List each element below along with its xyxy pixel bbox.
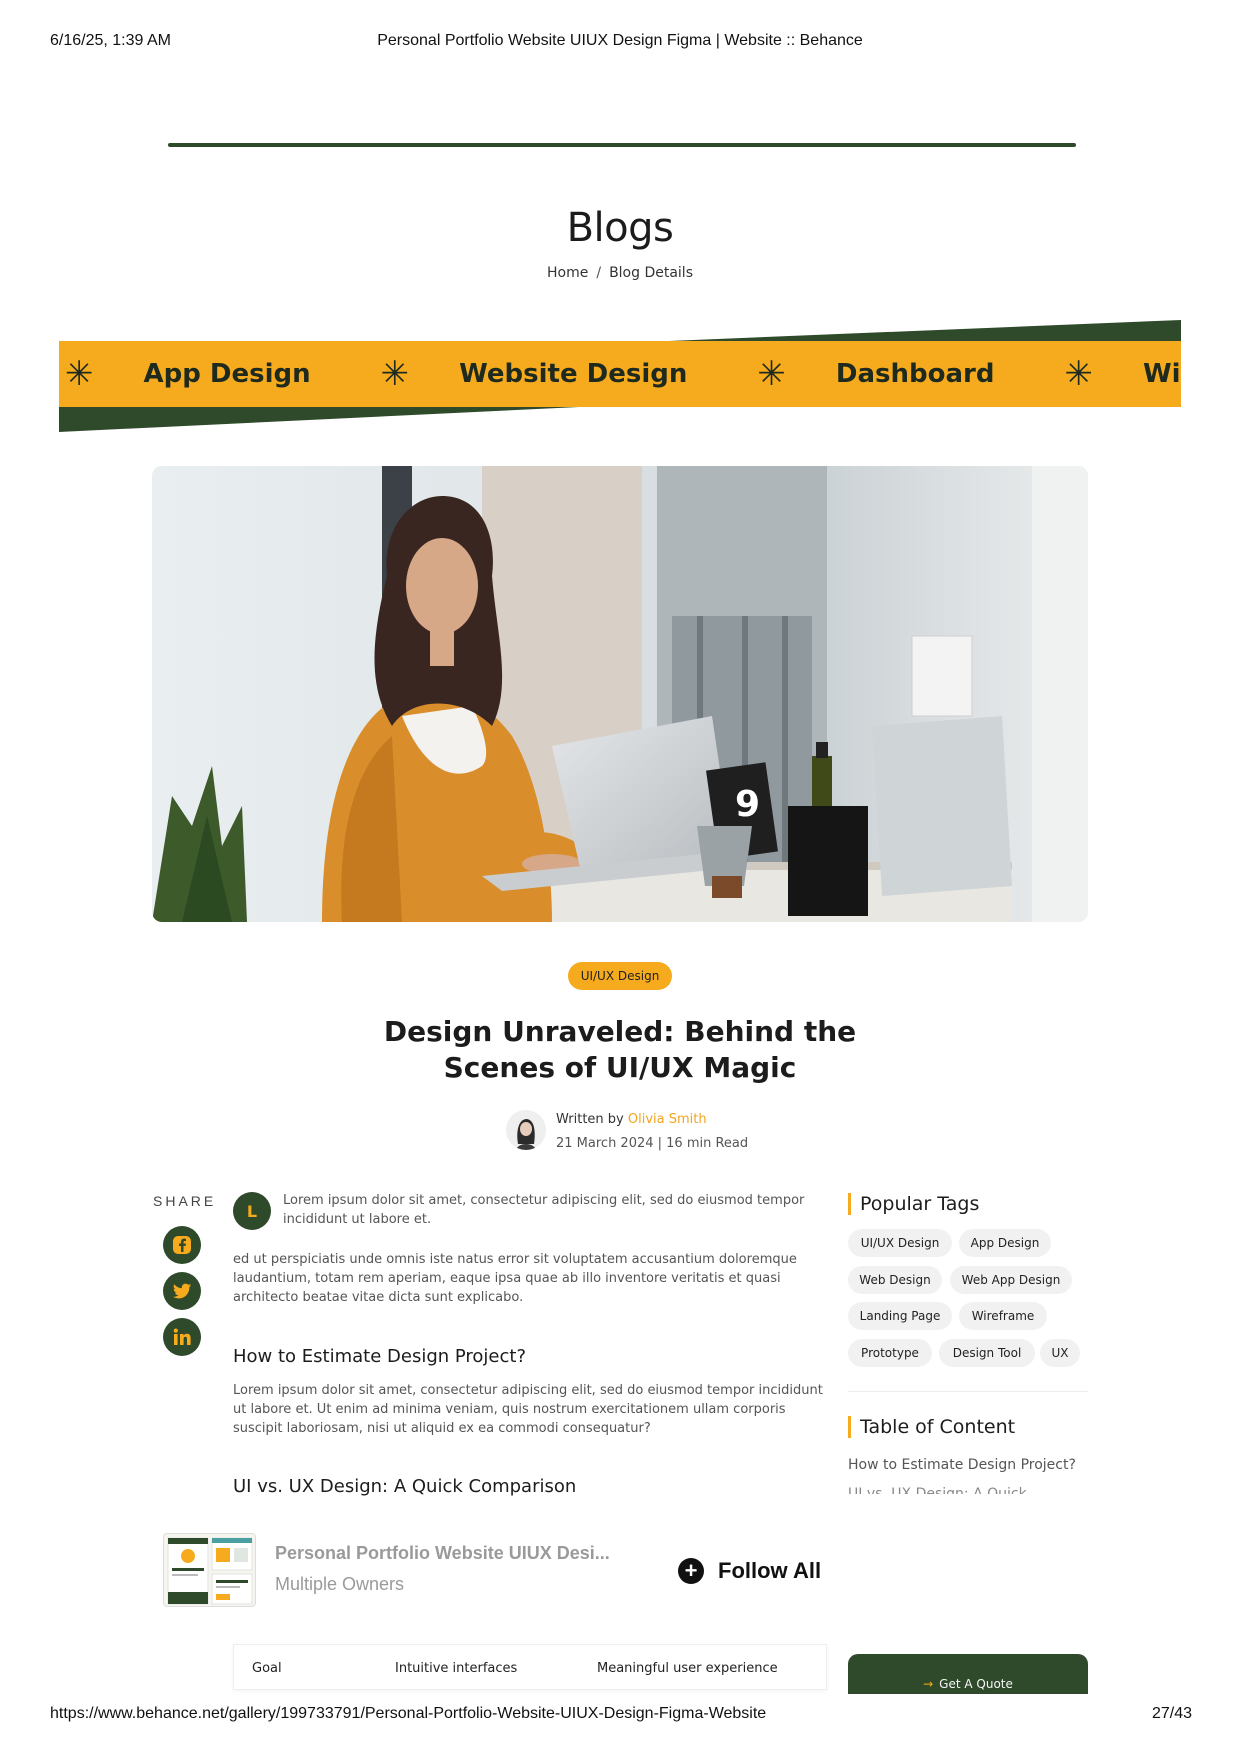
article-title-line-2: Scenes of UI/UX Magic — [443, 1051, 797, 1084]
marquee-label: Dashboard — [835, 359, 995, 389]
print-url: https://www.behance.net/gallery/19973379… — [50, 1705, 767, 1722]
tag-chip[interactable]: Design Tool — [939, 1339, 1035, 1367]
asterisk-icon: ✳ — [1064, 354, 1093, 394]
page-title: Blogs — [566, 205, 674, 251]
follow-all-label: Follow All — [718, 1558, 822, 1583]
linkedin-icon — [173, 1328, 191, 1345]
intro-initial-avatar: L — [233, 1192, 271, 1230]
table-of-content-heading: Table of Content — [848, 1416, 1015, 1438]
hero-illustration: 9 — [152, 466, 1088, 922]
marquee-item: ✳ Dashboard — [751, 354, 1058, 394]
author-name-link[interactable]: Olivia Smith — [628, 1112, 707, 1127]
tag-chip[interactable]: UI/UX Design — [848, 1229, 952, 1257]
marquee-label: Website Design — [459, 359, 688, 389]
tab-intuitive-interfaces[interactable]: Intuitive interfaces — [395, 1661, 517, 1676]
project-title[interactable]: Personal Portfolio Website UIUX Desi... — [275, 1543, 610, 1564]
toc-item[interactable]: UI vs. UX Design: A Quick — [848, 1486, 1027, 1494]
author-photo — [506, 1110, 546, 1150]
marquee-band: ✳ App Design ✳ Website Design ✳ Dashboar… — [59, 341, 1181, 407]
marquee-label: Wirefr — [1142, 359, 1181, 389]
facebook-icon — [173, 1236, 191, 1254]
tag-chip[interactable]: Landing Page — [848, 1302, 952, 1330]
facebook-share-button[interactable] — [163, 1226, 201, 1264]
body-paragraph: ed ut perspiciatis unde omnis iste natus… — [233, 1252, 797, 1305]
twitter-icon — [172, 1283, 192, 1299]
section-heading-estimate: How to Estimate Design Project? — [233, 1346, 527, 1367]
article-date-readtime: 21 March 2024 | 16 min Read — [556, 1136, 749, 1151]
header-divider — [168, 143, 1076, 147]
project-owners-label[interactable]: Multiple Owners — [275, 1574, 404, 1595]
get-a-quote-label: Get A Quote — [939, 1677, 1013, 1691]
asterisk-icon: ✳ — [757, 354, 786, 394]
marquee-item: ✳ Website Design — [375, 354, 752, 394]
arrow-right-icon: → — [923, 1677, 934, 1691]
asterisk-icon: ✳ — [65, 354, 94, 394]
toc-item[interactable]: How to Estimate Design Project? — [848, 1457, 1076, 1473]
tag-chip[interactable]: Wireframe — [959, 1302, 1047, 1330]
plus-circle-icon: + — [678, 1558, 704, 1584]
linkedin-share-button[interactable] — [163, 1318, 201, 1356]
article-tabs-card: Goal Intuitive interfaces Meaningful use… — [233, 1644, 827, 1690]
share-label: SHARE — [153, 1193, 217, 1209]
tag-chip[interactable]: Web App Design — [950, 1266, 1072, 1294]
article-title-line-1: Design Unraveled: Behind the — [383, 1015, 857, 1048]
marquee-label: App Design — [143, 359, 311, 389]
author-byline: Written by Olivia Smith — [556, 1112, 707, 1127]
tag-chip[interactable]: Prototype — [848, 1339, 932, 1367]
print-page-number: 27/43 — [1151, 1705, 1192, 1722]
category-badge[interactable]: UI/UX Design — [568, 962, 672, 990]
project-thumbnail-graphic — [164, 1534, 255, 1606]
intro-paragraph: Lorem ipsum dolor sit amet, consectetur … — [283, 1193, 805, 1227]
project-thumbnail[interactable] — [163, 1533, 256, 1607]
follow-all-button[interactable]: + Follow All — [678, 1556, 821, 1586]
asterisk-icon: ✳ — [380, 354, 410, 394]
body-paragraph: Lorem ipsum dolor sit amet, consectetur … — [233, 1383, 823, 1436]
tab-meaningful-ux[interactable]: Meaningful user experience — [597, 1661, 778, 1676]
tag-chip[interactable]: Web Design — [848, 1266, 942, 1294]
marquee-item: ✳ App Design — [59, 354, 375, 394]
breadcrumb-current: Blog Details — [609, 265, 693, 281]
get-a-quote-button[interactable]: → Get A Quote — [848, 1654, 1088, 1694]
written-by-label: Written by — [556, 1112, 624, 1127]
section-heading-comparison: UI vs. UX Design: A Quick Comparison — [233, 1476, 577, 1496]
breadcrumb-home-link[interactable]: Home — [547, 265, 588, 281]
twitter-share-button[interactable] — [163, 1272, 201, 1310]
print-header: 6/16/25, 1:39 AM Personal Portfolio Webs… — [0, 30, 1240, 54]
svg-text:9: 9 — [735, 784, 760, 825]
popular-tags-heading: Popular Tags — [848, 1193, 979, 1215]
tag-chip[interactable]: UX — [1040, 1339, 1080, 1367]
print-page-title: Personal Portfolio Website UIUX Design F… — [377, 32, 863, 49]
breadcrumb-separator: / — [596, 265, 602, 281]
tag-chip[interactable]: App Design — [959, 1229, 1051, 1257]
tab-goal[interactable]: Goal — [252, 1661, 282, 1676]
breadcrumb: Home / Blog Details — [0, 265, 1240, 281]
author-avatar[interactable] — [506, 1110, 546, 1150]
sidebar-divider — [848, 1391, 1088, 1392]
article-title: Design Unraveled: Behind the Scenes of U… — [320, 1014, 920, 1086]
category-marquee: ✳ App Design ✳ Website Design ✳ Dashboar… — [59, 320, 1181, 432]
article-hero-image: 9 — [152, 466, 1088, 922]
marquee-item: ✳ Wirefr — [1058, 354, 1181, 394]
